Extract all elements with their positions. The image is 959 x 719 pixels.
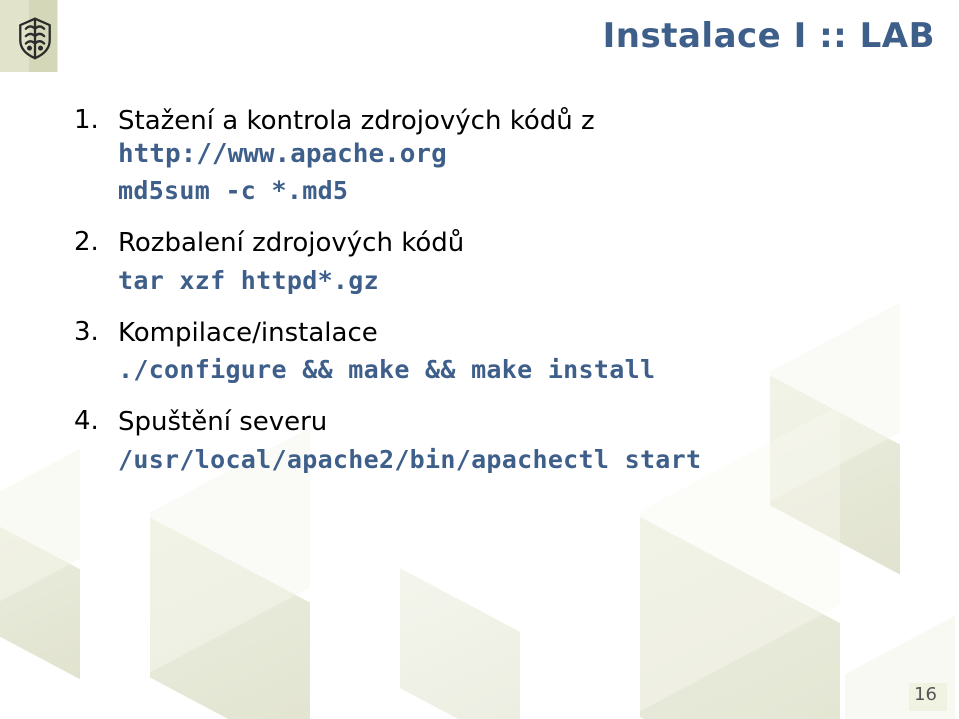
code-line: /usr/local/apache2/bin/apachectl start [118,445,919,474]
lion-logo-icon [12,15,58,61]
code-line: tar xzf httpd*.gz [118,266,919,295]
list-number: 2. [74,227,118,257]
list-item: 4. Spuštění severu [74,406,919,439]
list-item: 1. Stažení a kontrola zdrojových kódů z … [74,105,919,170]
list-text: Spuštění severu [118,406,919,439]
slide-header: Instalace I :: LAB [0,0,959,72]
code-line: md5sum -c *.md5 [118,176,919,205]
list-text: Kompilace/instalace [118,317,919,350]
list-number: 1. [74,105,118,135]
list-number: 4. [74,406,118,436]
list-number: 3. [74,317,118,347]
page-number: 16 [914,684,937,705]
list-text: Rozbalení zdrojových kódů [118,227,919,260]
slide-title: Instalace I :: LAB [72,16,959,56]
slide-body: 1. Stažení a kontrola zdrojových kódů z … [74,105,919,496]
list-item: 2. Rozbalení zdrojových kódů [74,227,919,260]
url-link[interactable]: http://www.apache.org [118,139,447,169]
list-item: 3. Kompilace/instalace [74,317,919,350]
code-line: ./configure && make && make install [118,355,919,384]
list-text: Stažení a kontrola zdrojových kódů z [118,106,595,136]
